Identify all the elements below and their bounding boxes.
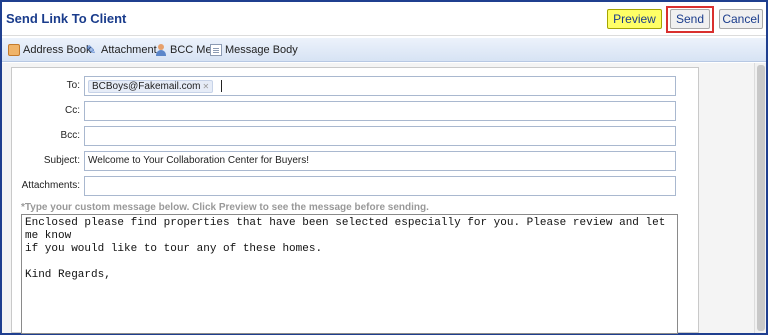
to-label: To: (66, 80, 80, 91)
subject-label: Subject: (43, 155, 80, 166)
bcc-me-button[interactable]: BCC Me (155, 43, 212, 57)
scrollbar-thumb[interactable] (757, 65, 765, 331)
subject-field[interactable]: Welcome to Your Collaboration Center for… (84, 151, 676, 171)
bcc-field[interactable] (84, 126, 676, 146)
toolbar: Address Book ✎ Attachment BCC Me Message… (2, 38, 766, 62)
message-body-label: Message Body (225, 44, 298, 56)
attachment-icon: ✎ (86, 43, 97, 57)
remove-recipient-icon[interactable]: ✕ (203, 82, 210, 91)
preview-button[interactable]: Preview (607, 9, 662, 29)
bcc-me-icon (155, 44, 167, 56)
recipient-email: BCBoys@Fakemail.com (92, 81, 201, 92)
cancel-button[interactable]: Cancel (719, 9, 763, 29)
to-field[interactable]: BCBoys@Fakemail.com ✕ (84, 76, 676, 96)
text-cursor (221, 80, 223, 93)
dialog-title: Send Link To Client (6, 11, 127, 26)
cc-field[interactable] (84, 101, 676, 121)
attachment-label: Attachment (101, 44, 157, 56)
address-book-button[interactable]: Address Book (8, 43, 91, 57)
bcc-label: Bcc: (60, 130, 80, 141)
send-button[interactable]: Send (670, 9, 710, 29)
compose-panel: To: BCBoys@Fakemail.com ✕ Cc: Bcc: Subjec… (11, 67, 699, 334)
title-bar: Send Link To Client Preview Send Cancel (2, 2, 766, 36)
attachments-field[interactable] (84, 176, 676, 196)
bcc-me-label: BCC Me (170, 44, 212, 56)
address-book-icon (8, 44, 20, 56)
message-body-button[interactable]: Message Body (210, 43, 298, 57)
cc-label: Cc: (65, 105, 80, 116)
message-body-textarea[interactable]: Enclosed please find properties that hav… (21, 214, 678, 334)
content-area: To: BCBoys@Fakemail.com ✕ Cc: Bcc: Subjec… (2, 63, 766, 334)
attachment-button[interactable]: ✎ Attachment (86, 43, 157, 57)
send-link-dialog: Send Link To Client Preview Send Cancel … (0, 0, 768, 335)
vertical-scrollbar[interactable] (754, 63, 766, 333)
address-book-label: Address Book (23, 44, 92, 56)
attachments-label: Attachments: (21, 180, 80, 191)
message-body-icon (210, 44, 222, 56)
message-instructions: *Type your custom message below. Click P… (21, 202, 429, 213)
recipient-chip[interactable]: BCBoys@Fakemail.com ✕ (88, 80, 214, 93)
